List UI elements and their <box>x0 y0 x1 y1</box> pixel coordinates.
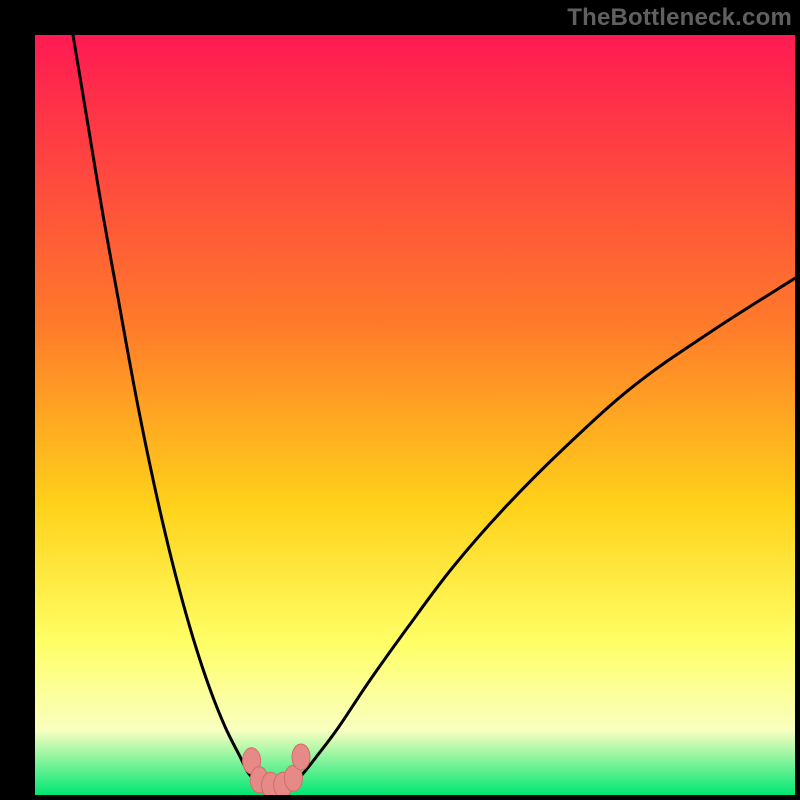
watermark-text: TheBottleneck.com <box>567 4 792 32</box>
gradient-background <box>35 35 795 795</box>
chart-frame: TheBottleneck.com <box>0 0 800 800</box>
plot-svg <box>35 35 795 795</box>
curve-marker-5 <box>292 744 310 770</box>
plot-area <box>35 35 795 795</box>
